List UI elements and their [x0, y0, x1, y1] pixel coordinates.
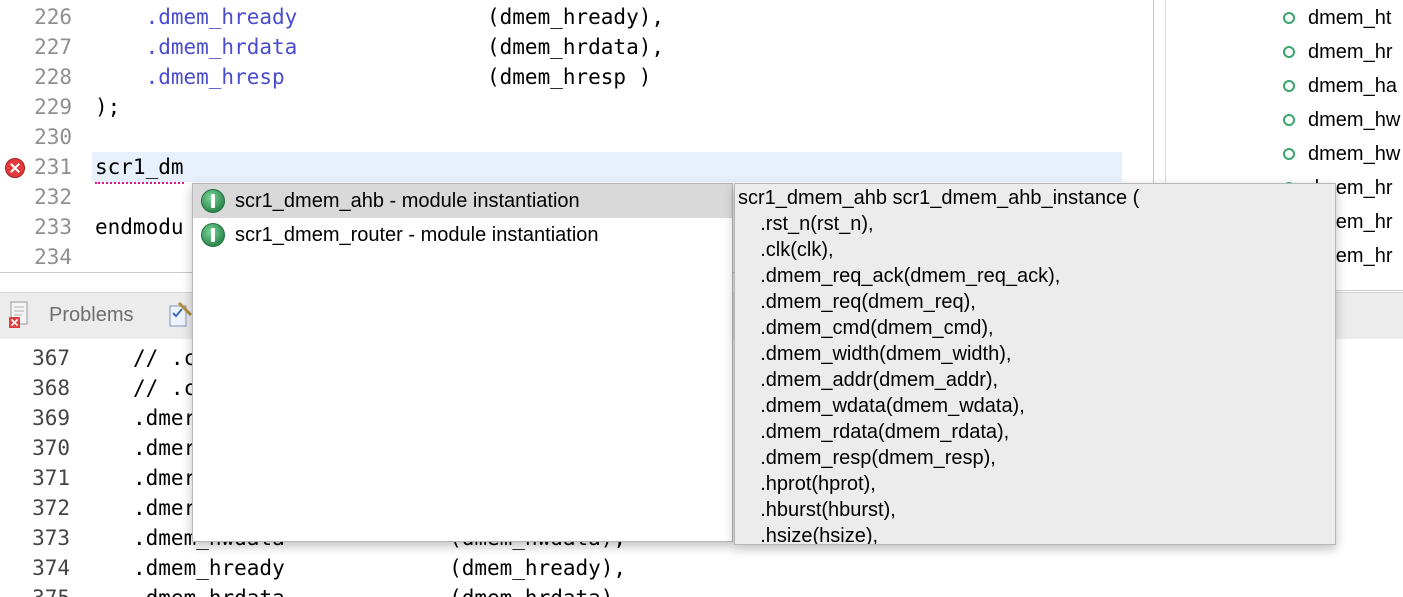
- code-line[interactable]: 374 .dmem_hready (dmem_hready),: [0, 553, 1403, 583]
- line-number: 232: [34, 185, 72, 209]
- outline-item-label: dmem_hw: [1308, 109, 1401, 131]
- line-number: 374: [32, 556, 70, 580]
- completion-item[interactable]: scr1_dmem_router - module instantiation: [193, 218, 732, 252]
- port-dot-icon: [1283, 12, 1295, 24]
- preview-line: .dmem_req(dmem_req),: [738, 291, 976, 313]
- content-assist-popup[interactable]: scr1_dmem_ahb - module instantiation scr…: [192, 183, 733, 542]
- completion-item-label: scr1_dmem_ahb - module instantiation: [235, 190, 580, 212]
- outline-item-label: dmem_hw: [1308, 143, 1401, 165]
- outline-item[interactable]: dmem_ht: [1166, 1, 1403, 35]
- line-number: 229: [34, 95, 72, 119]
- preview-line: .dmem_addr(dmem_addr),: [738, 369, 999, 391]
- code-line-current[interactable]: 231 scr1_dm: [0, 152, 1153, 184]
- code-line[interactable]: 375 .dmem_hrdata (dmem_hrdata),: [0, 583, 1403, 597]
- preview-line: .clk(clk),: [738, 239, 834, 261]
- code-text[interactable]: .dmer: [133, 493, 196, 523]
- code-text[interactable]: .dmem_hresp (dmem_hresp ): [95, 62, 652, 92]
- code-line[interactable]: 229 );: [0, 92, 1153, 122]
- port-dot-icon: [1283, 46, 1295, 58]
- code-text[interactable]: .dmer: [133, 433, 196, 463]
- port-name: .dmem_hresp: [145, 65, 285, 89]
- line-number: 230: [34, 125, 72, 149]
- line-number: 231: [34, 155, 72, 179]
- module-instance-icon: [201, 223, 225, 247]
- completion-item-selected[interactable]: scr1_dmem_ahb - module instantiation: [193, 184, 732, 218]
- port-name: .dmem_hready: [145, 5, 298, 29]
- code-text-keyword[interactable]: endmodu: [95, 212, 184, 242]
- outline-item[interactable]: dmem_hr: [1166, 35, 1403, 69]
- preview-line: .dmem_wdata(dmem_wdata),: [738, 395, 1025, 417]
- line-number: 367: [32, 346, 70, 370]
- outline-item[interactable]: dmem_hw: [1166, 137, 1403, 171]
- tab-problems-label[interactable]: Problems: [49, 300, 133, 330]
- code-text[interactable]: .dmem_hrdata (dmem_hrdata),: [133, 583, 626, 597]
- code-text[interactable]: );: [95, 92, 120, 122]
- outline-item-label: dmem_ha: [1308, 75, 1397, 97]
- line-number: 375: [28, 583, 70, 597]
- line-number: 368: [32, 376, 70, 400]
- code-comment[interactable]: // .c: [133, 343, 196, 373]
- preview-line: .hsize(hsize),: [738, 525, 879, 545]
- line-number: 226: [34, 5, 72, 29]
- code-line[interactable]: 230: [0, 122, 1153, 152]
- preview-line: .dmem_cmd(dmem_cmd),: [738, 317, 994, 339]
- error-marker-icon[interactable]: [5, 158, 25, 178]
- line-number: 371: [32, 466, 70, 490]
- tasks-icon[interactable]: [166, 300, 194, 330]
- preview-line: .dmem_req_ack(dmem_req_ack),: [738, 265, 1061, 287]
- code-line[interactable]: 227 .dmem_hrdata (dmem_hrdata),: [0, 32, 1153, 62]
- preview-line: .dmem_width(dmem_width),: [738, 343, 1012, 365]
- code-text[interactable]: .dmem_hrdata (dmem_hrdata),: [95, 32, 664, 62]
- preview-line: scr1_dmem_ahb scr1_dmem_ahb_instance (: [738, 187, 1140, 209]
- completion-item-label: scr1_dmem_router - module instantiation: [235, 224, 599, 246]
- line-number: 233: [34, 215, 72, 239]
- port-name: .dmem_hrdata: [145, 35, 298, 59]
- port-dot-icon: [1283, 148, 1295, 160]
- port-dot-icon: [1283, 114, 1295, 126]
- line-number: 372: [32, 496, 70, 520]
- line-number: 227: [34, 35, 72, 59]
- port-arg: (dmem_hready),: [487, 5, 665, 29]
- code-line[interactable]: 226 .dmem_hready (dmem_hready),: [0, 2, 1153, 32]
- code-text[interactable]: .dmem_hready (dmem_hready),: [133, 553, 626, 583]
- preview-line: .dmem_resp(dmem_resp),: [738, 447, 996, 469]
- line-number: 370: [32, 436, 70, 460]
- code-text-error[interactable]: scr1_dm: [95, 152, 184, 184]
- line-number: 369: [32, 406, 70, 430]
- line-number: 228: [34, 65, 72, 89]
- port-arg: (dmem_hrdata),: [487, 35, 665, 59]
- line-number: 373: [32, 526, 70, 550]
- preview-line: .rst_n(rst_n),: [738, 213, 874, 235]
- problems-icon[interactable]: [8, 300, 36, 330]
- outline-item[interactable]: dmem_hw: [1166, 103, 1403, 137]
- preview-line: .dmem_rdata(dmem_rdata),: [738, 421, 1010, 443]
- completion-preview-popup[interactable]: scr1_dmem_ahb scr1_dmem_ahb_instance ( .…: [734, 183, 1336, 545]
- code-text[interactable]: .dmer: [133, 463, 196, 493]
- outline-item[interactable]: dmem_ha: [1166, 69, 1403, 103]
- module-instance-icon: [201, 189, 225, 213]
- preview-line: .hburst(hburst),: [738, 499, 896, 521]
- port-arg: (dmem_hresp ): [487, 65, 652, 89]
- code-line[interactable]: 228 .dmem_hresp (dmem_hresp ): [0, 62, 1153, 92]
- code-text[interactable]: .dmer: [133, 403, 196, 433]
- outline-item-label: dmem_hr: [1308, 41, 1393, 63]
- preview-line: .hprot(hprot),: [738, 473, 876, 495]
- outline-item-label: dmem_ht: [1308, 7, 1392, 29]
- line-number: 234: [34, 245, 72, 269]
- code-text[interactable]: .dmem_hready (dmem_hready),: [95, 2, 664, 32]
- port-dot-icon: [1283, 80, 1295, 92]
- code-comment[interactable]: // .c: [133, 373, 196, 403]
